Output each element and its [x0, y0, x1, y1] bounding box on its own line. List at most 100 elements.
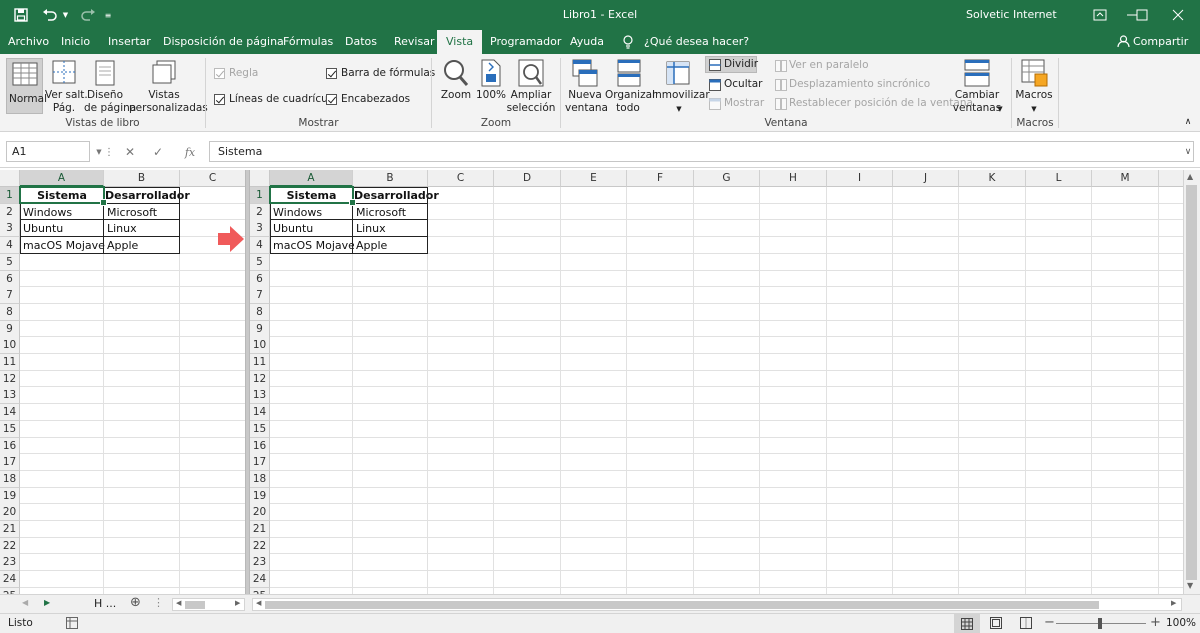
row-header[interactable]: 22: [250, 537, 270, 555]
vertical-scrollbar[interactable]: ▲ ▼: [1183, 170, 1200, 594]
select-all-corner[interactable]: [0, 170, 20, 187]
column-header[interactable]: M: [1092, 170, 1159, 187]
column-header[interactable]: L: [1026, 170, 1092, 187]
zoom-selection-label-2[interactable]: selección: [506, 102, 556, 115]
resize-handle-icon[interactable]: ⋮: [104, 142, 114, 162]
formula-bar-checkbox[interactable]: Barra de fórmulas: [326, 67, 435, 79]
row-header[interactable]: 15: [250, 420, 270, 438]
table-cell[interactable]: Microsoft: [354, 204, 427, 221]
zoom-100-button[interactable]: 100%: [476, 89, 506, 102]
tab-inicio[interactable]: Inicio: [61, 30, 90, 54]
row-header[interactable]: 3: [0, 220, 20, 238]
row-header[interactable]: 13: [0, 387, 20, 405]
normal-view-button[interactable]: Normal: [6, 58, 47, 114]
column-header[interactable]: K: [959, 170, 1026, 187]
enter-icon[interactable]: ✓: [148, 142, 168, 162]
row-header[interactable]: 11: [250, 354, 270, 371]
row-header[interactable]: 23: [250, 554, 270, 572]
scroll-right-icon[interactable]: ▶: [1171, 599, 1176, 607]
row-header[interactable]: 5: [250, 253, 270, 271]
normal-view-status-icon[interactable]: [954, 614, 980, 633]
column-header[interactable]: G: [694, 170, 760, 187]
row-header[interactable]: 16: [250, 437, 270, 455]
row-header[interactable]: 20: [0, 504, 20, 522]
table-header-cell[interactable]: Sistema: [271, 188, 352, 204]
column-header[interactable]: I: [827, 170, 893, 187]
page-break-label-1[interactable]: Ver salt.: [45, 89, 88, 102]
row-header[interactable]: 6: [250, 270, 270, 288]
zoom-selection-label-1[interactable]: Ampliar: [506, 89, 556, 102]
zoom-level[interactable]: 100%: [1166, 617, 1196, 629]
scroll-up-icon[interactable]: ▲: [1187, 172, 1193, 181]
scroll-left-icon[interactable]: ◀: [176, 599, 181, 607]
row-header[interactable]: 8: [250, 303, 270, 321]
column-header[interactable]: B: [104, 170, 180, 187]
insert-function-icon[interactable]: fx: [180, 142, 200, 162]
new-window-label-1[interactable]: Nueva: [565, 89, 605, 102]
tab-revisar[interactable]: Revisar: [394, 30, 434, 54]
select-all-corner[interactable]: [250, 170, 270, 187]
table-cell[interactable]: Linux: [354, 221, 427, 238]
arrange-all-label-1[interactable]: Organizar: [605, 89, 656, 102]
sync-scroll-button[interactable]: Desplazamiento sincrónico: [789, 78, 930, 91]
switch-windows-label-1[interactable]: Cambiar: [950, 89, 1004, 102]
table-cell[interactable]: Windows: [21, 204, 103, 221]
switch-windows-dropdown-icon[interactable]: ▼: [996, 103, 1004, 116]
table-header-cell[interactable]: Desarrollador: [105, 188, 190, 204]
expand-formula-icon[interactable]: ∨: [1182, 142, 1194, 162]
row-header[interactable]: 10: [0, 337, 20, 355]
horizontal-scrollbar-left[interactable]: ◀ ▶: [172, 598, 245, 611]
column-header[interactable]: E: [561, 170, 627, 187]
table-cell[interactable]: macOS Mojave: [21, 238, 105, 255]
page-break-status-icon[interactable]: [1020, 617, 1032, 632]
tab-archivo[interactable]: Archivo: [8, 30, 49, 54]
gridlines-checkbox[interactable]: Líneas de cuadrícula: [214, 93, 337, 105]
scroll-thumb[interactable]: [185, 601, 205, 609]
row-header[interactable]: 14: [250, 404, 270, 422]
tab-formulas[interactable]: Fórmulas: [283, 30, 333, 54]
row-header[interactable]: 2: [0, 203, 20, 221]
tab-datos[interactable]: Datos: [345, 30, 377, 54]
tab-ayuda[interactable]: Ayuda: [570, 30, 604, 54]
column-header[interactable]: N: [1159, 170, 1183, 187]
row-header[interactable]: 18: [0, 470, 20, 488]
scroll-thumb[interactable]: [265, 601, 1099, 609]
row-header[interactable]: 15: [0, 420, 20, 438]
row-header[interactable]: 20: [250, 504, 270, 522]
row-header[interactable]: 8: [0, 303, 20, 321]
page-break-label-2[interactable]: Pág.: [45, 102, 83, 115]
tab-vista[interactable]: Vista: [437, 30, 483, 54]
reset-position-button[interactable]: Restablecer posición de la ventana: [789, 97, 973, 110]
user-name[interactable]: Solvetic Internet: [966, 8, 1057, 21]
row-header[interactable]: 24: [0, 571, 20, 589]
split-button[interactable]: Dividir: [705, 56, 758, 73]
row-header[interactable]: 16: [0, 437, 20, 455]
row-header[interactable]: 2: [250, 203, 270, 221]
row-header[interactable]: 17: [0, 454, 20, 472]
row-header[interactable]: 1: [250, 187, 270, 204]
row-header[interactable]: 9: [250, 320, 270, 338]
column-header[interactable]: B: [353, 170, 428, 187]
share-button[interactable]: Compartir: [1133, 30, 1188, 54]
side-by-side-button[interactable]: Ver en paralelo: [789, 59, 869, 72]
row-header[interactable]: 21: [250, 521, 270, 538]
sheet-tab[interactable]: H ...: [94, 597, 116, 610]
column-header[interactable]: A: [270, 170, 353, 187]
freeze-panes-button[interactable]: Inmovilizar: [652, 89, 710, 102]
page-layout-label-2[interactable]: de página: [84, 102, 136, 115]
column-header[interactable]: F: [627, 170, 694, 187]
row-header[interactable]: 17: [250, 454, 270, 472]
row-header[interactable]: 3: [250, 220, 270, 238]
scroll-left-icon[interactable]: ◀: [256, 599, 261, 607]
name-box[interactable]: A1: [6, 141, 90, 162]
table-header-cell[interactable]: Desarrollador: [354, 188, 439, 204]
share-icon[interactable]: [1117, 35, 1130, 49]
column-header[interactable]: C: [428, 170, 494, 187]
column-header[interactable]: H: [760, 170, 827, 187]
tab-insertar[interactable]: Insertar: [108, 30, 151, 54]
add-sheet-icon[interactable]: ⊕: [130, 595, 141, 610]
row-header[interactable]: 7: [0, 287, 20, 305]
table-cell[interactable]: macOS Mojave: [271, 238, 355, 255]
tell-me-search[interactable]: ¿Qué desea hacer?: [644, 30, 749, 54]
zoom-out-icon[interactable]: −: [1044, 615, 1055, 630]
